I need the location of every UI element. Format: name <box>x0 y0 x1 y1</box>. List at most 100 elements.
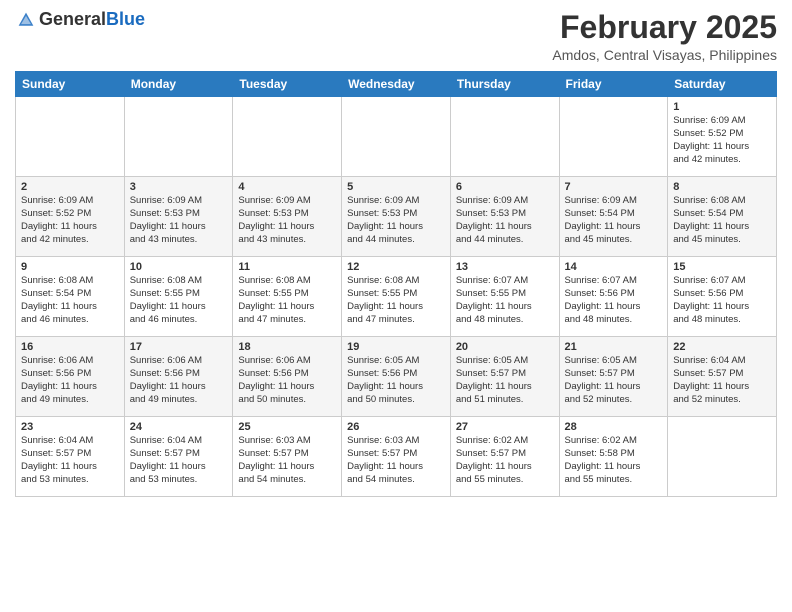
day-info: Sunrise: 6:05 AM Sunset: 5:57 PM Dayligh… <box>565 355 663 406</box>
month-title: February 2025 <box>552 10 777 45</box>
day-number: 7 <box>565 181 663 193</box>
day-info: Sunrise: 6:07 AM Sunset: 5:56 PM Dayligh… <box>565 275 663 326</box>
day-cell <box>668 417 777 497</box>
day-cell: 20 Sunrise: 6:05 AM Sunset: 5:57 PM Dayli… <box>450 337 559 417</box>
day-cell: 1 Sunrise: 6:09 AM Sunset: 5:52 PM Daylig… <box>668 97 777 177</box>
logo-icon <box>17 11 35 29</box>
day-number: 6 <box>456 181 554 193</box>
day-number: 25 <box>238 421 336 433</box>
day-info: Sunrise: 6:02 AM Sunset: 5:58 PM Dayligh… <box>565 435 663 486</box>
day-cell: 8 Sunrise: 6:08 AM Sunset: 5:54 PM Daylig… <box>668 177 777 257</box>
week-row-5: 23Sunrise: 6:04 AM Sunset: 5:57 PM Dayli… <box>16 417 777 497</box>
day-info: Sunrise: 6:09 AM Sunset: 5:53 PM Dayligh… <box>347 195 445 246</box>
day-info: Sunrise: 6:09 AM Sunset: 5:52 PM Dayligh… <box>673 115 771 166</box>
day-number: 24 <box>130 421 228 433</box>
day-cell <box>233 97 342 177</box>
day-number: 3 <box>130 181 228 193</box>
week-row-3: 9 Sunrise: 6:08 AM Sunset: 5:54 PM Daylig… <box>16 257 777 337</box>
week-row-4: 16 Sunrise: 6:06 AM Sunset: 5:56 PM Dayli… <box>16 337 777 417</box>
day-number: 22 <box>673 341 771 353</box>
day-cell <box>16 97 125 177</box>
day-info: Sunrise: 6:08 AM Sunset: 5:55 PM Dayligh… <box>238 275 336 326</box>
day-number: 18 <box>238 341 336 353</box>
day-number: 17 <box>130 341 228 353</box>
day-cell <box>450 97 559 177</box>
day-info: Sunrise: 6:06 AM Sunset: 5:56 PM Dayligh… <box>21 355 119 406</box>
week-row-1: 1 Sunrise: 6:09 AM Sunset: 5:52 PM Daylig… <box>16 97 777 177</box>
day-cell: 25 Sunrise: 6:03 AM Sunset: 5:57 PM Dayli… <box>233 417 342 497</box>
day-cell: 10 Sunrise: 6:08 AM Sunset: 5:55 PM Dayli… <box>124 257 233 337</box>
day-cell: 3 Sunrise: 6:09 AM Sunset: 5:53 PM Daylig… <box>124 177 233 257</box>
day-info: Sunrise: 6:02 AM Sunset: 5:57 PM Dayligh… <box>456 435 554 486</box>
day-cell: 2 Sunrise: 6:09 AM Sunset: 5:52 PM Daylig… <box>16 177 125 257</box>
calendar: SundayMondayTuesdayWednesdayThursdayFrid… <box>15 71 777 497</box>
day-number: 19 <box>347 341 445 353</box>
day-info: Sunrise: 6:08 AM Sunset: 5:54 PM Dayligh… <box>673 195 771 246</box>
page: GeneralBlue February 2025 Amdos, Central… <box>0 0 792 507</box>
day-number: 13 <box>456 261 554 273</box>
logo-blue: Blue <box>106 9 145 29</box>
day-number: 14 <box>565 261 663 273</box>
day-cell: 28 Sunrise: 6:02 AM Sunset: 5:58 PM Dayli… <box>559 417 668 497</box>
day-cell: 18 Sunrise: 6:06 AM Sunset: 5:56 PM Dayli… <box>233 337 342 417</box>
title-area: February 2025 Amdos, Central Visayas, Ph… <box>552 10 777 63</box>
day-info: Sunrise: 6:09 AM Sunset: 5:53 PM Dayligh… <box>238 195 336 246</box>
day-info: Sunrise: 6:06 AM Sunset: 5:56 PM Dayligh… <box>238 355 336 406</box>
logo-general: General <box>39 9 106 29</box>
day-info: Sunrise: 6:09 AM Sunset: 5:53 PM Dayligh… <box>456 195 554 246</box>
day-number: 2 <box>21 181 119 193</box>
day-info: Sunrise: 6:04 AM Sunset: 5:57 PM Dayligh… <box>21 435 119 486</box>
day-cell <box>124 97 233 177</box>
day-info: Sunrise: 6:08 AM Sunset: 5:55 PM Dayligh… <box>347 275 445 326</box>
day-number: 28 <box>565 421 663 433</box>
day-number: 10 <box>130 261 228 273</box>
day-info: Sunrise: 6:09 AM Sunset: 5:53 PM Dayligh… <box>130 195 228 246</box>
weekday-header-monday: Monday <box>124 72 233 97</box>
day-info: Sunrise: 6:09 AM Sunset: 5:54 PM Dayligh… <box>565 195 663 246</box>
day-cell: 27Sunrise: 6:02 AM Sunset: 5:57 PM Dayli… <box>450 417 559 497</box>
day-info: Sunrise: 6:03 AM Sunset: 5:57 PM Dayligh… <box>238 435 336 486</box>
weekday-header-sunday: Sunday <box>16 72 125 97</box>
weekday-header-wednesday: Wednesday <box>342 72 451 97</box>
day-number: 4 <box>238 181 336 193</box>
weekday-header-tuesday: Tuesday <box>233 72 342 97</box>
day-cell <box>559 97 668 177</box>
day-number: 21 <box>565 341 663 353</box>
day-info: Sunrise: 6:05 AM Sunset: 5:56 PM Dayligh… <box>347 355 445 406</box>
day-number: 16 <box>21 341 119 353</box>
logo-text: GeneralBlue <box>39 10 145 30</box>
day-info: Sunrise: 6:09 AM Sunset: 5:52 PM Dayligh… <box>21 195 119 246</box>
day-cell: 15 Sunrise: 6:07 AM Sunset: 5:56 PM Dayli… <box>668 257 777 337</box>
day-cell: 17Sunrise: 6:06 AM Sunset: 5:56 PM Dayli… <box>124 337 233 417</box>
day-number: 20 <box>456 341 554 353</box>
week-row-2: 2 Sunrise: 6:09 AM Sunset: 5:52 PM Daylig… <box>16 177 777 257</box>
header: GeneralBlue February 2025 Amdos, Central… <box>15 10 777 63</box>
weekday-header-friday: Friday <box>559 72 668 97</box>
weekday-header-row: SundayMondayTuesdayWednesdayThursdayFrid… <box>16 72 777 97</box>
day-cell: 12 Sunrise: 6:08 AM Sunset: 5:55 PM Dayli… <box>342 257 451 337</box>
day-number: 5 <box>347 181 445 193</box>
day-cell: 9 Sunrise: 6:08 AM Sunset: 5:54 PM Daylig… <box>16 257 125 337</box>
day-info: Sunrise: 6:08 AM Sunset: 5:55 PM Dayligh… <box>130 275 228 326</box>
day-info: Sunrise: 6:08 AM Sunset: 5:54 PM Dayligh… <box>21 275 119 326</box>
day-cell: 14 Sunrise: 6:07 AM Sunset: 5:56 PM Dayli… <box>559 257 668 337</box>
day-cell: 23Sunrise: 6:04 AM Sunset: 5:57 PM Dayli… <box>16 417 125 497</box>
day-cell: 26Sunrise: 6:03 AM Sunset: 5:57 PM Dayli… <box>342 417 451 497</box>
day-info: Sunrise: 6:04 AM Sunset: 5:57 PM Dayligh… <box>130 435 228 486</box>
weekday-header-saturday: Saturday <box>668 72 777 97</box>
day-cell: 5 Sunrise: 6:09 AM Sunset: 5:53 PM Daylig… <box>342 177 451 257</box>
day-number: 26 <box>347 421 445 433</box>
day-number: 15 <box>673 261 771 273</box>
day-cell: 24 Sunrise: 6:04 AM Sunset: 5:57 PM Dayli… <box>124 417 233 497</box>
day-number: 9 <box>21 261 119 273</box>
day-number: 1 <box>673 101 771 113</box>
day-number: 12 <box>347 261 445 273</box>
day-cell: 7 Sunrise: 6:09 AM Sunset: 5:54 PM Daylig… <box>559 177 668 257</box>
day-number: 8 <box>673 181 771 193</box>
day-info: Sunrise: 6:07 AM Sunset: 5:56 PM Dayligh… <box>673 275 771 326</box>
location-title: Amdos, Central Visayas, Philippines <box>552 47 777 63</box>
day-cell: 13Sunrise: 6:07 AM Sunset: 5:55 PM Dayli… <box>450 257 559 337</box>
day-cell: 19 Sunrise: 6:05 AM Sunset: 5:56 PM Dayli… <box>342 337 451 417</box>
day-info: Sunrise: 6:05 AM Sunset: 5:57 PM Dayligh… <box>456 355 554 406</box>
day-cell: 11Sunrise: 6:08 AM Sunset: 5:55 PM Dayli… <box>233 257 342 337</box>
